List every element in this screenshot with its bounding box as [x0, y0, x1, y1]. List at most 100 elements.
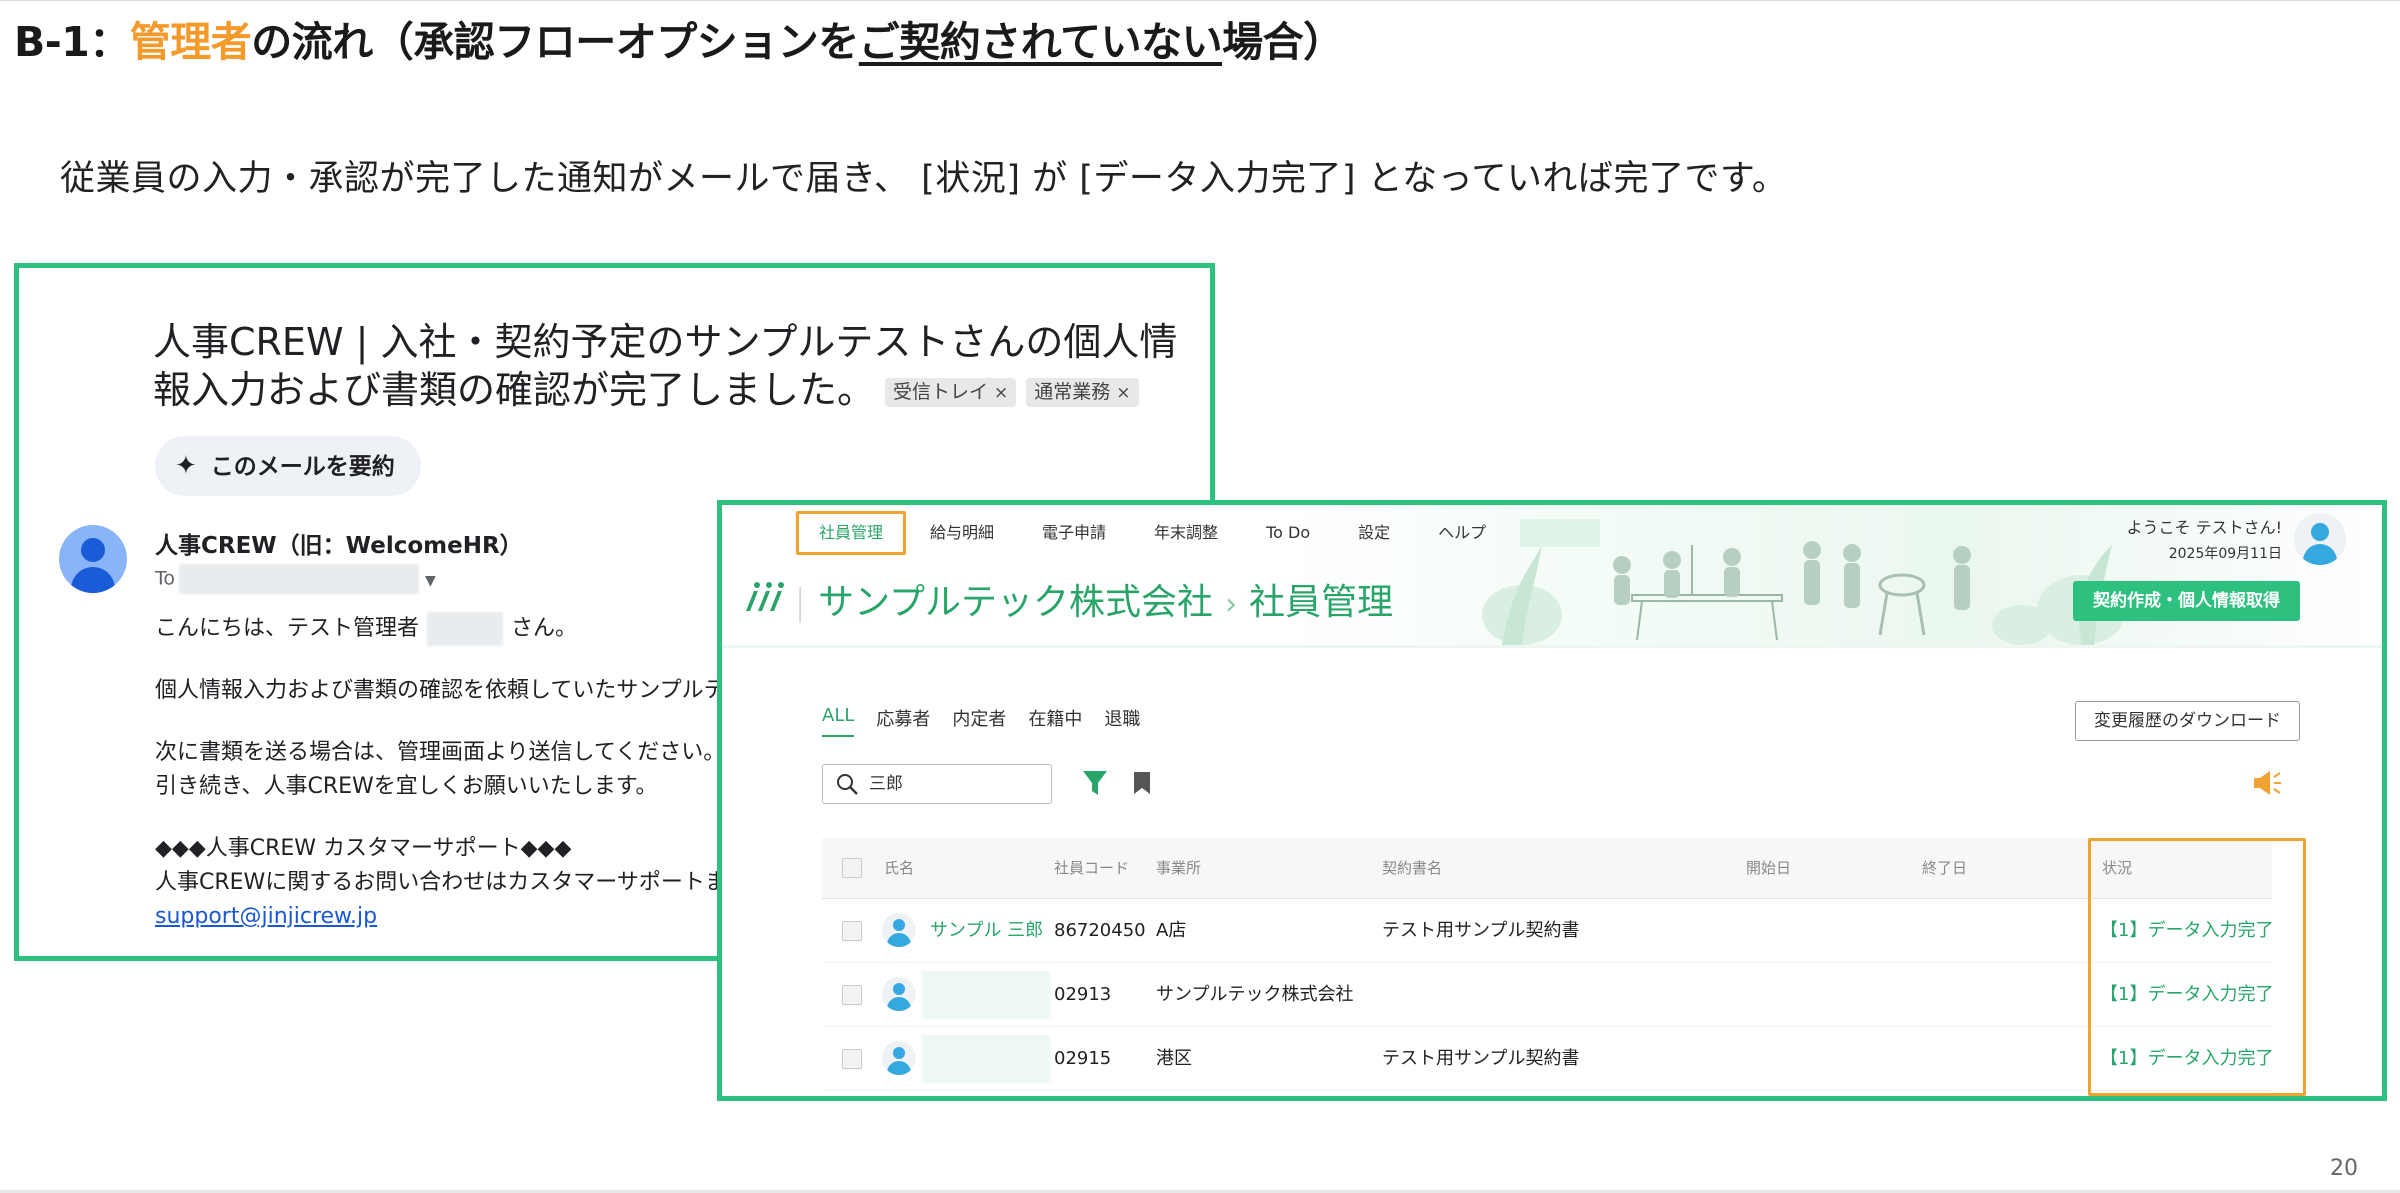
- top-border: [0, 0, 2400, 1]
- header-code[interactable]: 社員コード: [1054, 838, 1129, 898]
- sender-avatar[interactable]: [59, 525, 127, 593]
- to-label: To: [155, 567, 176, 590]
- nav-redacted: [1520, 519, 1601, 547]
- recipient-row: To ▼: [155, 564, 436, 594]
- bookmark-icon[interactable]: [1133, 771, 1151, 795]
- recipient-redacted: [179, 564, 420, 594]
- header-status[interactable]: 状況: [2102, 838, 2132, 898]
- current-date: 2025年09月11日: [2168, 546, 2282, 562]
- employee-office: A店: [1156, 920, 1187, 941]
- nav-year-end-adjustment[interactable]: 年末調整: [1130, 513, 1242, 553]
- header-start-date[interactable]: 開始日: [1746, 838, 1791, 898]
- employee-avatar: [882, 913, 916, 947]
- brand-logo[interactable]: [742, 579, 784, 613]
- table-row[interactable]: サンプル 三郎 86720450 A店 テスト用サンプル契約書 【1】データ入力…: [822, 899, 2273, 963]
- body-line-2: 次に書類を送る場合は、管理画面より送信してください。: [155, 740, 726, 765]
- contract-name: テスト用サンプル契約書: [1382, 1048, 1580, 1069]
- label-business-text: 通常業務: [1034, 381, 1111, 403]
- employee-avatar: [882, 1041, 916, 1075]
- support-line: 人事CREWに関するお問い合わせはカスタマーサポートま: [155, 870, 727, 895]
- welcome-message: ようこそ テストさん!: [2126, 518, 2282, 537]
- tab-offered[interactable]: 内定者: [952, 705, 1006, 737]
- label-inbox[interactable]: 受信トレイ ×: [885, 378, 1017, 407]
- sparkle-icon: ✦: [175, 451, 197, 481]
- status-badge[interactable]: 【1】データ入力完了: [2100, 963, 2273, 1026]
- header-contract[interactable]: 契約書名: [1382, 838, 1442, 898]
- main-nav: 社員管理 給与明細 電子申請 年末調整 To Do 設定 ヘルプ: [796, 511, 1601, 555]
- greeting-line: こんにちは、テスト管理者 さん。: [155, 612, 727, 646]
- status-filter-tabs: ALL 応募者 内定者 在籍中 退職: [822, 705, 1162, 737]
- title-underlined: ご契約されていない: [858, 18, 1223, 66]
- slide-subtitle: 従業員の入力・承認が完了した通知がメールで届き、 [状況] が [データ入力完了…: [60, 159, 1788, 199]
- employee-office: サンプルテック株式会社: [1156, 984, 1354, 1005]
- sender-name: 人事CREW（旧：WelcomeHR）: [155, 533, 523, 559]
- employee-code: 86720450: [1054, 920, 1146, 941]
- tab-all[interactable]: ALL: [822, 705, 855, 737]
- admin-header: 社員管理 給与明細 電子申請 年末調整 To Do 設定 ヘルプ | サンプルテッ…: [722, 505, 2382, 645]
- row-checkbox[interactable]: [842, 1049, 862, 1069]
- table-header: 氏名 社員コード 事業所 契約書名 開始日 終了日 状況: [822, 838, 2272, 899]
- tab-employed[interactable]: 在籍中: [1028, 705, 1082, 737]
- search-value: 三郎: [869, 774, 903, 794]
- contract-name: テスト用サンプル契約書: [1382, 920, 1580, 941]
- header-office[interactable]: 事業所: [1156, 838, 1201, 898]
- tab-retired[interactable]: 退職: [1104, 705, 1140, 737]
- title-suffix: 場合）: [1222, 18, 1344, 66]
- close-icon[interactable]: ×: [1116, 383, 1130, 403]
- status-badge[interactable]: 【1】データ入力完了: [2100, 1027, 2273, 1090]
- nav-todo[interactable]: To Do: [1242, 513, 1334, 553]
- label-business[interactable]: 通常業務 ×: [1026, 378, 1139, 407]
- tab-applicants[interactable]: 応募者: [876, 705, 930, 737]
- employee-name-link[interactable]: サンプル 三郎: [930, 899, 1043, 962]
- announcement-icon[interactable]: [2252, 769, 2282, 797]
- name-redacted: [922, 1035, 1050, 1083]
- employee-table: 氏名 社員コード 事業所 契約書名 開始日 終了日 状況 サンプル 三郎 867…: [822, 838, 2273, 1091]
- status-badge[interactable]: 【1】データ入力完了: [2100, 899, 2273, 962]
- slide-title: B-1：管理者の流れ（承認フローオプションをご契約されていない場合）: [14, 8, 1344, 68]
- body-line-1: 個人情報入力および書類の確認を依頼していたサンプルテ: [155, 678, 726, 703]
- page-number: 20: [2330, 1156, 2358, 1181]
- name-redacted: [427, 612, 504, 646]
- header-name[interactable]: 氏名: [884, 838, 914, 898]
- email-body: こんにちは、テスト管理者 さん。 個人情報入力および書類の確認を依頼していたサンプ…: [155, 612, 727, 934]
- support-heading: ◆◆◆人事CREW カスタマーサポート◆◆◆: [155, 836, 572, 861]
- employee-code: 02915: [1054, 1048, 1112, 1069]
- header-end-date[interactable]: 終了日: [1922, 838, 1967, 898]
- employee-code: 02913: [1054, 984, 1112, 1005]
- name-redacted: [922, 971, 1050, 1019]
- email-subject-text: 人事CREW | 入社・契約予定のサンプルテストさんの個人情報入力および書類の確…: [153, 320, 1178, 412]
- filter-icon[interactable]: [1082, 769, 1108, 797]
- row-checkbox[interactable]: [842, 921, 862, 941]
- support-email-link[interactable]: support@jinjicrew.jp: [155, 904, 377, 929]
- create-contract-button[interactable]: 契約作成・個人情報取得: [2073, 581, 2300, 621]
- chevron-right-icon: ›: [1225, 587, 1238, 622]
- download-history-button[interactable]: 変更履歴のダウンロード: [2075, 701, 2300, 741]
- label-inbox-text: 受信トレイ: [893, 381, 989, 403]
- nav-payslip[interactable]: 給与明細: [906, 513, 1018, 553]
- greeting-before: こんにちは、テスト管理者: [155, 616, 420, 641]
- select-all-checkbox[interactable]: [842, 858, 862, 878]
- nav-employee-management[interactable]: 社員管理: [796, 511, 907, 555]
- search-icon: [837, 774, 858, 795]
- body-line-3: 引き続き、人事CREWを宜しくお願いいたします。: [155, 774, 658, 799]
- search-input[interactable]: 三郎: [822, 764, 1052, 804]
- row-checkbox[interactable]: [842, 985, 862, 1005]
- title-prefix: B-1：: [14, 18, 130, 66]
- summarize-label: このメールを要約: [210, 454, 395, 480]
- title-highlight: 管理者: [129, 18, 252, 66]
- nav-e-application[interactable]: 電子申請: [1018, 513, 1130, 553]
- table-row[interactable]: 02913 サンプルテック株式会社 【1】データ入力完了: [822, 963, 2273, 1027]
- summarize-button[interactable]: ✦ このメールを要約: [155, 436, 421, 496]
- employee-avatar: [882, 977, 916, 1011]
- title-middle: の流れ（承認フローオプションを: [251, 18, 859, 66]
- nav-help[interactable]: ヘルプ: [1414, 513, 1510, 553]
- user-avatar[interactable]: [2294, 513, 2346, 565]
- chevron-down-icon[interactable]: ▼: [425, 573, 436, 589]
- greeting-after: さん。: [511, 616, 578, 641]
- close-icon[interactable]: ×: [994, 383, 1008, 403]
- section-name: 社員管理: [1249, 582, 1394, 623]
- nav-settings[interactable]: 設定: [1334, 513, 1414, 553]
- company-name[interactable]: サンプルテック株式会社: [818, 582, 1213, 623]
- table-row[interactable]: 02915 港区 テスト用サンプル契約書 【1】データ入力完了: [822, 1027, 2273, 1091]
- admin-screenshot: 社員管理 給与明細 電子申請 年末調整 To Do 設定 ヘルプ | サンプルテッ…: [717, 500, 2387, 1101]
